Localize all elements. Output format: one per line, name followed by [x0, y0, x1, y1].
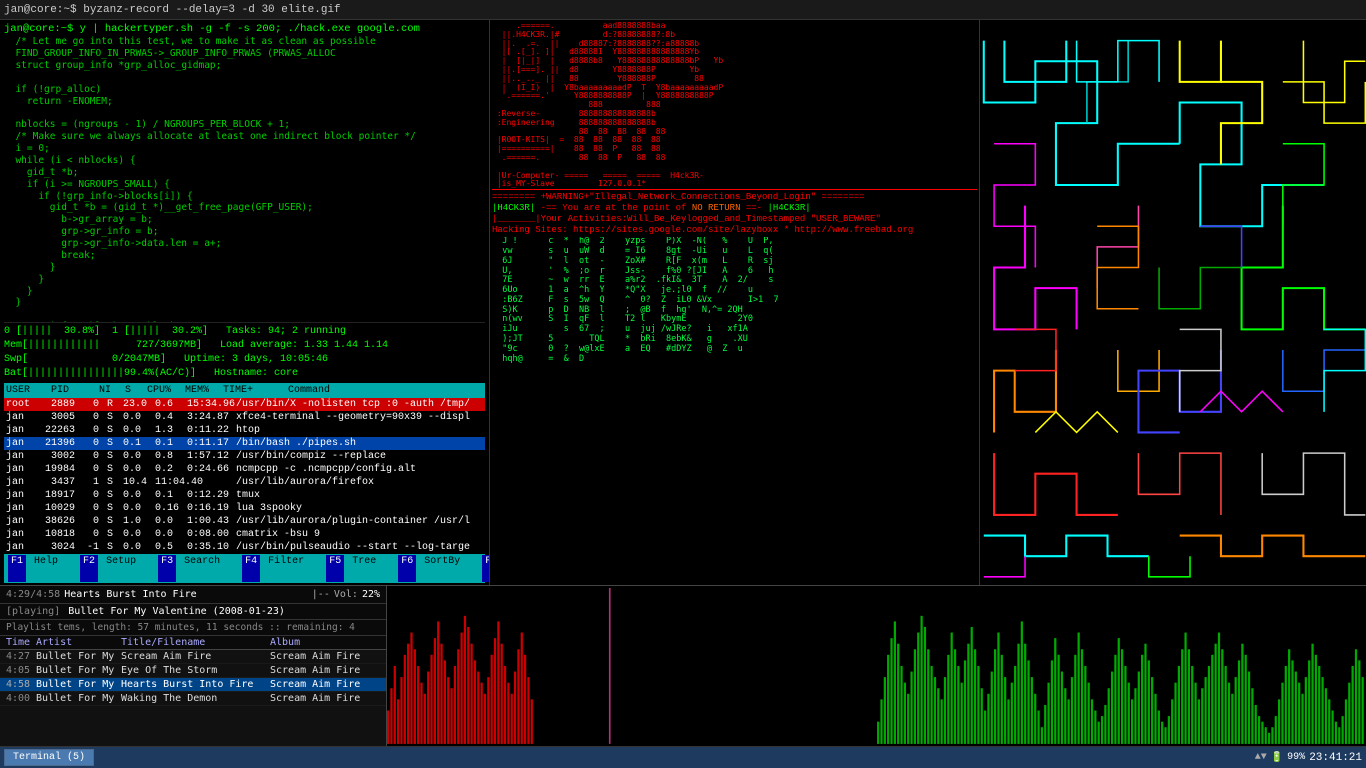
player-playing-row: [playing] Bullet For My Valentine (2008-…: [0, 604, 386, 620]
list-item[interactable]: 4:05 Bullet For My Eye Of The Storm Scre…: [0, 664, 386, 678]
list-item[interactable]: 4:00 Bullet For My Waking The Demon Scre…: [0, 692, 386, 706]
status-line4: Bat[||||||||||||||||99.4%(AC/C)] Hostnam…: [4, 367, 485, 381]
player-status: [playing]: [6, 606, 60, 617]
table-row: jan 3437 1 S 10.4 11:04.40 /usr/lib/auro…: [4, 476, 485, 489]
terminal-code-area: jan@core:~$ y | hackertyper.sh -g -f -s …: [4, 22, 485, 322]
player-track-row: 4:29/4:58 Hearts Burst Into Fire |-- Vol…: [0, 586, 386, 604]
taskbar-bottom: Terminal (5) ▲▼ 🔋 99% 23:41:21: [0, 746, 1366, 768]
table-row: jan 10818 0 S 0.0 0.0 0:08.00 cmatrix -b…: [4, 528, 485, 541]
col-album-header: Album: [270, 637, 380, 648]
f5-key[interactable]: F5: [326, 555, 344, 582]
term-status: 0 [||||| 30.8%] 1 [||||| 30.2%] Tasks: 9…: [4, 322, 485, 383]
waveform-panel: // Generated inline via SVG - bars simul…: [387, 586, 1366, 746]
warning-banner: ======== +WARNING+"Illegal_Network_Conne…: [492, 189, 977, 237]
f1-key[interactable]: F1: [8, 555, 26, 582]
table-row: jan 3005 0 S 0.0 0.4 3:24.87 xfce4-termi…: [4, 411, 485, 424]
terminal-code: /* Let me go into this test, we to make …: [4, 36, 485, 321]
warning-line4: Hacking Sites: https://sites.google.com/…: [492, 225, 977, 236]
f6-key[interactable]: F6: [398, 555, 416, 582]
main-area: jan@core:~$ y | hackertyper.sh -g -f -s …: [0, 20, 1366, 585]
player-vol-label: Vol:: [334, 589, 358, 600]
player-track2: Bullet For My Valentine (2008-01-23): [64, 606, 380, 617]
col-time-header: Time: [6, 637, 36, 648]
warning-line1: ======== +WARNING+"Illegal_Network_Conne…: [492, 192, 977, 203]
middle-hacker-panel: .======. aad8888888baa ||.H4CK3R.|# d:?8…: [490, 20, 980, 585]
table-row: jan 3024 -1 S 0.0 0.5 0:35.10 /usr/bin/p…: [4, 541, 485, 554]
f3-key[interactable]: F3: [158, 555, 176, 582]
playlist-info: Playlist tems, length: 57 minutes, 11 se…: [0, 620, 386, 636]
table-row: jan 21396 0 S 0.1 0.1 0:11.17 /bin/bash …: [4, 437, 485, 450]
terminal-taskbar-button[interactable]: Terminal (5): [4, 749, 94, 766]
table-row: jan 10029 0 S 0.0 0.16 0:16.19 lua 3spoo…: [4, 502, 485, 515]
bottom-section: 4:29/4:58 Hearts Burst Into Fire |-- Vol…: [0, 585, 1366, 746]
list-item[interactable]: 4:27 Bullet For My Scream Aim Fire Screa…: [0, 650, 386, 664]
matrix-characters: J ! c * h@ 2 yzps P)X -N( % U P, vw s u …: [492, 237, 977, 583]
process-header: USER PID NI S CPU% MEM% TIME+ Command: [4, 383, 485, 399]
warning-line2: |H4CK3R| -== You are at the point of NO …: [492, 203, 977, 214]
clock: 23:41:21: [1309, 752, 1362, 764]
terminal-prompt: jan@core:~$ y | hackertyper.sh -g -f -s …: [4, 22, 485, 36]
player-waveform-row: 4:29/4:58 Hearts Burst Into Fire |-- Vol…: [0, 586, 1366, 746]
playlist-list: 4:27 Bullet For My Scream Aim Fire Screa…: [0, 650, 386, 706]
col-artist-header: Artist: [36, 637, 121, 648]
table-row: jan 3002 0 S 0.0 0.8 1:57.12 /usr/bin/co…: [4, 450, 485, 463]
table-row: jan 18917 0 S 0.0 0.1 0:12.29 tmux: [4, 489, 485, 502]
title-bar: jan@core:~$ byzanz-record --delay=3 -d 3…: [0, 0, 1366, 20]
f7-key[interactable]: F7: [482, 555, 490, 582]
list-item-active[interactable]: 4:58 Bullet For My Hearts Burst Into Fir…: [0, 678, 386, 692]
table-row: jan 38626 0 S 1.0 0.0 1:00.43 /usr/lib/a…: [4, 515, 485, 528]
process-list: root 2889 0 R 23.0 0.6 15:34.96 /usr/bin…: [4, 398, 485, 554]
status-line1: 0 [||||| 30.8%] 1 [||||| 30.2%] Tasks: 9…: [4, 325, 485, 339]
right-maze-panel: [980, 20, 1366, 585]
battery-percentage: 99%: [1287, 752, 1305, 763]
f2-key[interactable]: F2: [80, 555, 98, 582]
player-panel: 4:29/4:58 Hearts Burst Into Fire |-- Vol…: [0, 586, 387, 746]
player-track-name: Hearts Burst Into Fire: [64, 589, 308, 600]
table-row: root 2889 0 R 23.0 0.6 15:34.96 /usr/bin…: [4, 398, 485, 411]
player-vol-value: 22%: [362, 589, 380, 600]
player-separator: |--: [312, 589, 330, 600]
left-terminal-panel: jan@core:~$ y | hackertyper.sh -g -f -s …: [0, 20, 490, 585]
network-icon: ▲▼: [1255, 752, 1267, 763]
ascii-art-top: .======. aad8888888baa ||.H4CK3R.|# d:?8…: [492, 22, 977, 189]
player-time: 4:29/4:58: [6, 589, 60, 600]
table-row: jan 19984 0 S 0.0 0.2 0:24.66 ncmpcpp -c…: [4, 463, 485, 476]
title-text: jan@core:~$ byzanz-record --delay=3 -d 3…: [4, 4, 341, 16]
warning-line3: |_______|Your Activities:Will_Be_Keylogg…: [492, 214, 977, 225]
status-line2: Mem[|||||||||||| 727/3697MB] Load averag…: [4, 339, 485, 353]
table-row: jan 22263 0 S 0.0 1.3 0:11.22 htop: [4, 424, 485, 437]
battery-icon: 🔋: [1271, 752, 1283, 764]
col-title-header: Title/Filename: [121, 637, 270, 648]
tray-icons: ▲▼ 🔋 99% 23:41:21: [1255, 752, 1362, 764]
f4-key[interactable]: F4: [242, 555, 260, 582]
playlist-columns: Time Artist Title/Filename Album: [0, 636, 386, 650]
status-line3: Swp[ 0/2047MB] Uptime: 3 days, 10:05:46: [4, 353, 485, 367]
maze-svg: [980, 20, 1366, 585]
function-keys-bar: F1Help F2Setup F3Search F4Filter F5Tree …: [4, 554, 485, 583]
waveform-svg: // Generated inline via SVG - bars simul…: [387, 586, 1366, 746]
